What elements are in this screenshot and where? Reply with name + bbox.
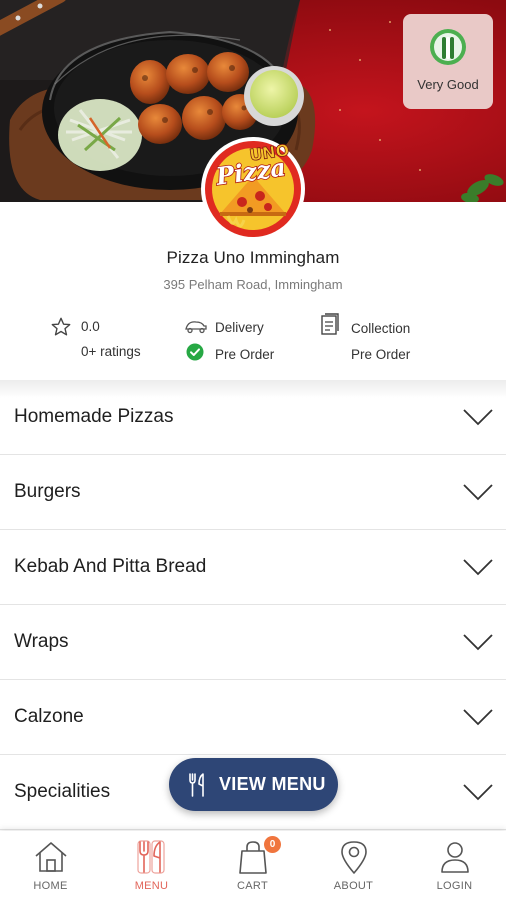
- chevron-down-icon: [463, 409, 493, 426]
- category-wraps[interactable]: Wraps: [0, 605, 506, 680]
- category-label: Calzone: [14, 706, 84, 727]
- category-burgers[interactable]: Burgers: [0, 455, 506, 530]
- pizza-uno-logo: UNO Pizza: [201, 137, 305, 241]
- delivery-icon: [185, 321, 207, 334]
- rating-value: 0.0: [81, 319, 100, 334]
- delivery-status: Pre Order: [215, 347, 275, 362]
- chevron-down-icon: [463, 484, 493, 501]
- category-label: Homemade Pizzas: [14, 406, 174, 427]
- bottom-navigation: HOME MENU 0 CART ABOUT LOGIN: [0, 831, 506, 900]
- nav-label-menu: MENU: [134, 880, 169, 892]
- user-icon: [441, 842, 469, 873]
- nav-label-home: HOME: [33, 880, 68, 892]
- nav-about[interactable]: ABOUT: [303, 831, 404, 900]
- cutlery-icon: [137, 840, 165, 874]
- chevron-down-icon: [463, 784, 493, 801]
- nav-login[interactable]: LOGIN: [404, 831, 505, 900]
- collection-icon: [321, 313, 339, 335]
- restaurant-name: Pizza Uno Immingham: [166, 248, 340, 267]
- chevron-down-icon: [463, 709, 493, 726]
- star-icon: [51, 317, 71, 336]
- collection-label: Collection: [351, 321, 411, 336]
- view-menu-label: VIEW MENU: [219, 774, 326, 794]
- cutlery-icon: [189, 773, 204, 797]
- chevron-down-icon: [463, 559, 493, 576]
- nav-menu[interactable]: MENU: [101, 831, 202, 900]
- check-circle-icon: [186, 343, 204, 361]
- category-label: Kebab And Pitta Bread: [14, 556, 207, 577]
- nav-label-cart: CART: [237, 880, 268, 892]
- nav-label-about: ABOUT: [333, 880, 374, 892]
- restaurant-address: 395 Pelham Road, Immingham: [163, 277, 343, 292]
- category-kebab-and-pitta-bread[interactable]: Kebab And Pitta Bread: [0, 530, 506, 605]
- restaurant-info-row: 0.0 0+ ratings Delivery Pre Order Collec…: [0, 313, 506, 374]
- nav-cart[interactable]: 0 CART: [202, 831, 303, 900]
- hygiene-rating-badge[interactable]: Very Good: [403, 14, 493, 109]
- nav-home[interactable]: HOME: [0, 831, 101, 900]
- collection-status: Pre Order: [351, 347, 411, 362]
- home-icon: [35, 842, 67, 872]
- cart-count-badge: 0: [264, 836, 281, 853]
- view-menu-button[interactable]: VIEW MENU: [169, 758, 338, 811]
- category-homemade-pizzas[interactable]: Homemade Pizzas: [0, 380, 506, 455]
- fhrs-rating-icon: [430, 29, 466, 65]
- location-pin-icon: [341, 841, 367, 874]
- hygiene-rating-label: Very Good: [417, 77, 479, 92]
- category-label: Burgers: [14, 481, 81, 502]
- nav-label-login: LOGIN: [436, 880, 473, 892]
- category-calzone[interactable]: Calzone: [0, 680, 506, 755]
- rating-count: 0+ ratings: [81, 344, 141, 359]
- delivery-label: Delivery: [215, 320, 264, 335]
- category-label: Specialities: [14, 781, 111, 802]
- category-label: Wraps: [14, 631, 69, 652]
- chevron-down-icon: [463, 634, 493, 651]
